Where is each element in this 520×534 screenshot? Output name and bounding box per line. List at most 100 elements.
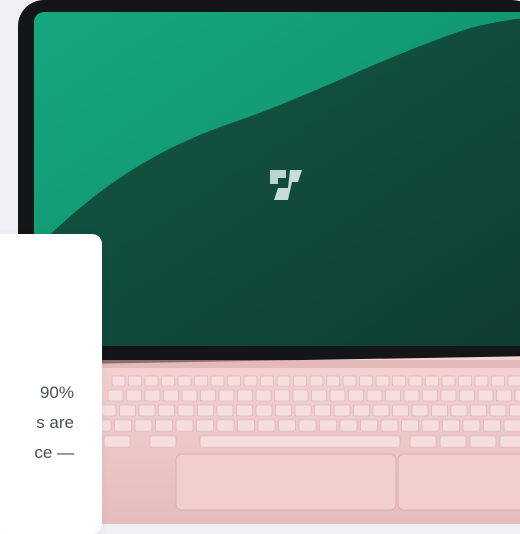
- trackpad: [176, 454, 396, 510]
- keyboard-key: [120, 405, 136, 416]
- keyboard-key: [164, 390, 179, 401]
- keyboard-key: [312, 390, 327, 401]
- keyboard-key: [500, 436, 520, 447]
- keyboard-key: [156, 420, 173, 431]
- keyboard-key: [310, 376, 323, 386]
- keyboard-key: [261, 376, 274, 386]
- keyboard-key: [340, 420, 357, 431]
- keyboard-key: [238, 390, 253, 401]
- keyboard-key: [360, 376, 373, 386]
- keyboard-key: [320, 420, 337, 431]
- keyboard-key: [463, 420, 480, 431]
- keyboard-key: [100, 405, 116, 416]
- keyboard-key: [373, 405, 389, 416]
- keyboard-key: [442, 376, 455, 386]
- keyboard-key: [510, 405, 520, 416]
- keyboard-key: [108, 390, 123, 401]
- space-bar: [200, 436, 400, 447]
- keyboard-key: [217, 420, 234, 431]
- keyboard-key: [386, 390, 401, 401]
- keyboard-key: [492, 376, 505, 386]
- keyboard-key: [195, 376, 208, 386]
- keyboard-key: [393, 376, 406, 386]
- keyboard-key: [490, 405, 506, 416]
- keyboard-key: [299, 420, 316, 431]
- keyboard-key: [277, 376, 290, 386]
- keyboard-key: [327, 376, 340, 386]
- keyboard-key: [459, 376, 472, 386]
- keyboard-key: [432, 405, 448, 416]
- keyboard-key: [497, 390, 512, 401]
- keyboard-key: [376, 376, 389, 386]
- feature-card-line: 90%: [0, 378, 74, 408]
- keyboard-key: [451, 405, 467, 416]
- keyboard-key: [315, 405, 331, 416]
- keyboard-key: [127, 390, 142, 401]
- keyboard-key: [104, 436, 130, 447]
- keyboard-key: [354, 405, 370, 416]
- keyboard-key: [178, 376, 191, 386]
- keyboard-key: [349, 390, 364, 401]
- keyboard-key: [361, 420, 378, 431]
- keyboard-key: [409, 376, 422, 386]
- keyboard-key: [145, 390, 160, 401]
- keyboard-key: [367, 390, 382, 401]
- keyboard-key: [115, 420, 132, 431]
- keyboard-key: [162, 376, 175, 386]
- keyboard-key: [279, 420, 296, 431]
- keyboard-key: [237, 405, 253, 416]
- keyboard-key: [471, 405, 487, 416]
- keyboard-key: [150, 436, 176, 447]
- keyboard-key: [426, 376, 439, 386]
- keyboard-key: [176, 420, 193, 431]
- keyboard-key: [112, 376, 125, 386]
- trackpad-right: [398, 454, 520, 510]
- keyboard-key: [238, 420, 255, 431]
- keyboard-key: [159, 405, 175, 416]
- keyboard-key: [475, 376, 488, 386]
- feature-card: 90% s are ce —: [0, 234, 102, 534]
- keyboard-key: [139, 405, 155, 416]
- keyboard-key: [217, 405, 233, 416]
- keyboard-key: [460, 390, 475, 401]
- keyboard-key: [294, 376, 307, 386]
- keyboard-key: [135, 420, 152, 431]
- keyboard-key: [343, 376, 356, 386]
- keyboard-key: [478, 390, 493, 401]
- keyboard-key: [182, 390, 197, 401]
- keyboard-key: [393, 405, 409, 416]
- hinge: [80, 360, 520, 368]
- keyboard-key: [276, 405, 292, 416]
- keyboard-key: [258, 420, 275, 431]
- keyboard-key: [201, 390, 216, 401]
- keyboard-key: [295, 405, 311, 416]
- keyboard-key: [293, 390, 308, 401]
- feature-card-line: ce —: [0, 438, 74, 468]
- keyboard-key: [275, 390, 290, 401]
- feature-card-line: s are: [0, 408, 74, 438]
- brand-mark-icon: [268, 168, 306, 202]
- keyboard-key: [256, 390, 271, 401]
- keyboard-key: [334, 405, 350, 416]
- keyboard-key: [129, 376, 142, 386]
- keyboard-key: [402, 420, 419, 431]
- keyboard-key: [211, 376, 224, 386]
- keyboard-key: [423, 390, 438, 401]
- keyboard-key: [422, 420, 439, 431]
- keyboard-key: [410, 436, 436, 447]
- keyboard-key: [256, 405, 272, 416]
- keyboard-key: [198, 405, 214, 416]
- keyboard-key: [443, 420, 460, 431]
- keyboard-key: [404, 390, 419, 401]
- keyboard-key: [508, 376, 520, 386]
- keyboard-key: [515, 390, 520, 401]
- keyboard-key: [197, 420, 214, 431]
- keyboard-key: [381, 420, 398, 431]
- keyboard-key: [244, 376, 257, 386]
- keyboard-key: [504, 420, 520, 431]
- keyboard-key: [484, 420, 501, 431]
- keyboard-key: [330, 390, 345, 401]
- keyboard-key: [145, 376, 158, 386]
- keyboard-key: [441, 390, 456, 401]
- keyboard-key: [440, 436, 466, 447]
